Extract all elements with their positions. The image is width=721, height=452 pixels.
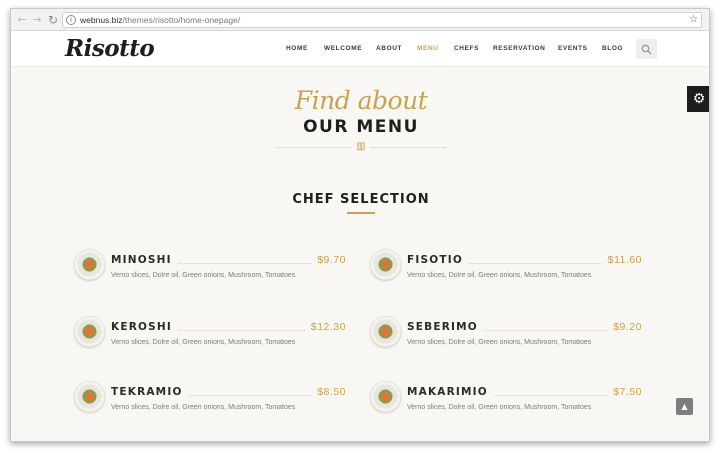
menu-item[interactable]: MINOSHI $9.70 Verno slices, Dolre oil, Gre… — [74, 249, 346, 285]
dish-name: MAKARIMIO — [407, 386, 488, 398]
dish-thumbnail[interactable] — [74, 249, 105, 280]
dish-thumbnail[interactable] — [74, 316, 105, 347]
nav-item-chefs[interactable]: CHEFS — [454, 45, 479, 52]
dish-description: Verno slices, Dolre oil, Green onions, M… — [111, 339, 296, 346]
dish-name: KEROSHI — [111, 321, 172, 333]
menu-item[interactable]: TEKRAMIO $8.50 Verno slices, Dolre oil, Gr… — [74, 381, 346, 417]
dish-price: $11.60 — [607, 254, 642, 266]
dish-price: $9.70 — [317, 254, 346, 266]
dish-thumbnail[interactable] — [370, 316, 401, 347]
menu-item[interactable]: FISOTIO $11.60 Verno slices, Dolre oil, Gr… — [370, 249, 642, 285]
dish-description: Verno slices, Dolre oil, Green onions, M… — [407, 404, 592, 411]
price-leader-dots — [178, 263, 311, 264]
search-icon — [641, 44, 652, 55]
search-button[interactable] — [636, 39, 657, 59]
reload-icon[interactable]: ↻ — [46, 13, 60, 27]
nav-item-blog[interactable]: BLOG — [602, 45, 623, 52]
dish-name: TEKRAMIO — [111, 386, 183, 398]
dish-name: MINOSHI — [111, 254, 172, 266]
script-title: Find about — [294, 86, 428, 115]
price-leader-dots — [178, 330, 305, 331]
nav-item-about[interactable]: ABOUT — [376, 45, 402, 52]
dish-name: FISOTIO — [407, 254, 463, 266]
price-leader-dots — [469, 263, 602, 264]
chevron-up-icon[interactable]: ▲ — [676, 398, 693, 415]
site-logo[interactable]: Risotto — [65, 35, 155, 62]
forward-arrow-icon[interactable]: → — [30, 13, 44, 27]
url-host: webnus.biz — [80, 15, 123, 25]
book-icon: ▥ — [356, 141, 366, 152]
dish-description: Verno slices, Dolre oil, Green onions, M… — [407, 272, 592, 279]
nav-item-menu[interactable]: MENU — [417, 45, 439, 52]
bookmark-star-icon[interactable]: ☆ — [689, 13, 698, 27]
dish-description: Verno slices, Dolre oil, Green onions, M… — [111, 272, 296, 279]
title-divider — [371, 147, 446, 148]
dish-name: SEBERIMO — [407, 321, 478, 333]
dish-thumbnail[interactable] — [74, 381, 105, 412]
address-bar[interactable]: i webnus.biz/themes/risotto/home-onepage… — [62, 12, 702, 28]
dish-description: Verno slices, Dolre oil, Green onions, M… — [407, 339, 592, 346]
nav-item-welcome[interactable]: WELCOME — [324, 45, 362, 52]
menu-item[interactable]: SEBERIMO $9.20 Verno slices, Dolre oil, Gr… — [370, 316, 642, 352]
dish-description: Verno slices, Dolre oil, Green onions, M… — [111, 404, 296, 411]
dish-price: $12.30 — [310, 321, 346, 333]
dish-price: $9.20 — [613, 321, 642, 333]
dish-price: $7.50 — [613, 386, 642, 398]
nav-item-home[interactable]: HOME — [286, 45, 308, 52]
menu-item[interactable]: MAKARIMIO $7.50 Verno slices, Dolre oil, G… — [370, 381, 642, 417]
back-arrow-icon[interactable]: ← — [15, 13, 29, 27]
nav-item-events[interactable]: EVENTS — [558, 45, 588, 52]
price-leader-dots — [494, 395, 607, 396]
dish-thumbnail[interactable] — [370, 249, 401, 280]
dish-price: $8.50 — [317, 386, 346, 398]
nav-item-reservation[interactable]: RESERVATION — [493, 45, 545, 52]
browser-window: ← → ↻ i webnus.biz/themes/risotto/home-o… — [10, 8, 710, 442]
url-path: /themes/risotto/home-onepage/ — [122, 15, 241, 25]
menu-item[interactable]: KEROSHI $12.30 Verno slices, Dolre oil, Gr… — [74, 316, 346, 352]
url-text[interactable]: webnus.biz/themes/risotto/home-onepage/ — [80, 14, 240, 27]
section-heading: CHEF SELECTION — [292, 192, 430, 207]
site-header: Risotto HOME WELCOME ABOUT MENU CHEFS RESERVA… — [11, 31, 709, 67]
title-divider — [276, 147, 351, 148]
page-title: OUR MENU — [303, 117, 419, 137]
browser-toolbar: ← → ↻ i webnus.biz/themes/risotto/home-o… — [11, 9, 709, 31]
price-leader-dots — [484, 330, 607, 331]
price-leader-dots — [189, 395, 311, 396]
page-info-icon[interactable]: i — [66, 15, 76, 25]
dish-thumbnail[interactable] — [370, 381, 401, 412]
heading-underline — [347, 212, 375, 214]
